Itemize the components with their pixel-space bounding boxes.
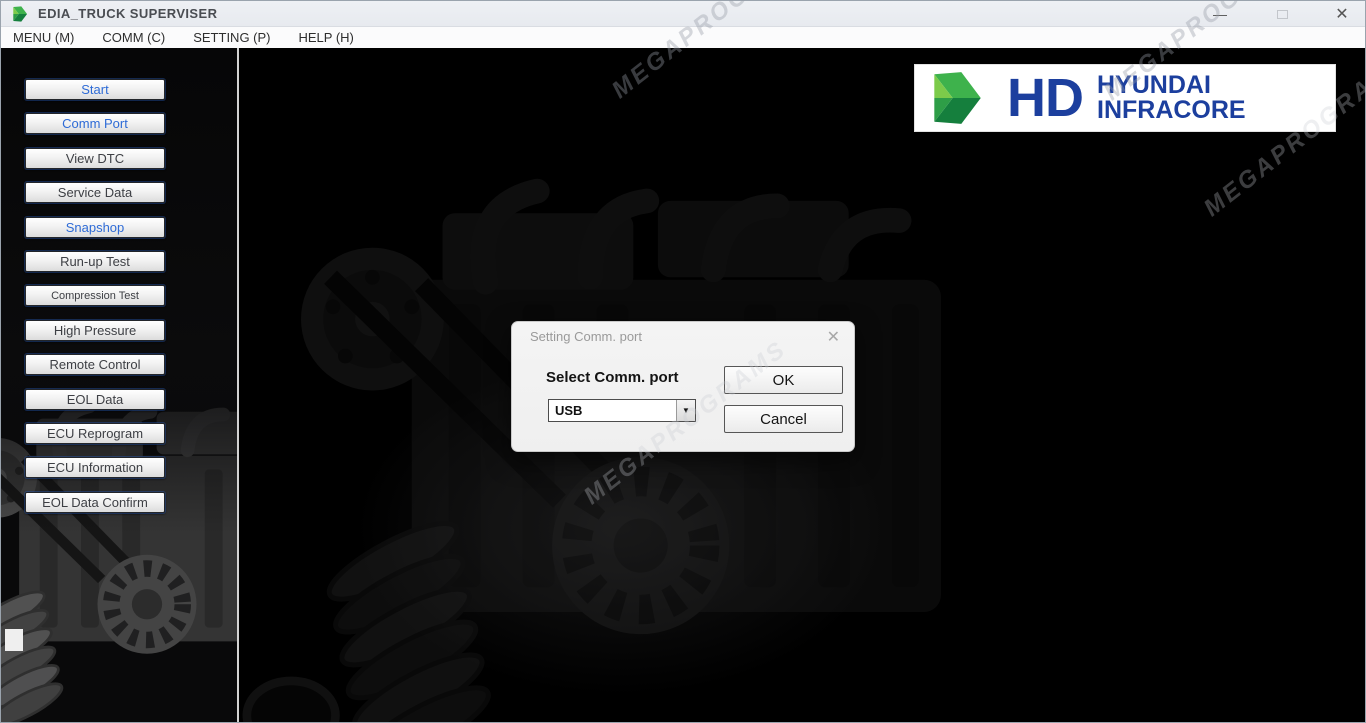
maximize-button[interactable] [1259,1,1305,27]
sidebar-button-service-data[interactable]: Service Data [25,182,165,203]
sidebar-button-ecu-information[interactable]: ECU Information [25,457,165,478]
close-button[interactable]: ✕ [1319,1,1365,27]
sidebar-button-compression-test[interactable]: Compression Test [25,285,165,306]
dropdown-arrow-button[interactable]: ▼ [676,400,695,421]
sidebar-button-comm-port[interactable]: Comm Port [25,113,165,134]
menu-item-comm[interactable]: COMM (C) [92,28,175,47]
setting-comm-port-dialog: Setting Comm. port ✕ Select Comm. port U… [511,321,855,452]
sidebar-button-run-up-test[interactable]: Run-up Test [25,251,165,272]
white-square-artifact [5,629,23,651]
sidebar-button-snapshop[interactable]: Snapshop [25,217,165,238]
logo-hd-text: HD [1007,68,1083,128]
sidebar-button-eol-data-confirm[interactable]: EOL Data Confirm [25,492,165,513]
sidebar-button-eol-data[interactable]: EOL Data [25,389,165,410]
logo-hyundai-text: HYUNDAI [1097,73,1246,98]
sidebar-button-ecu-reprogram[interactable]: ECU Reprogram [25,423,165,444]
sidebar-button-high-pressure[interactable]: High Pressure [25,320,165,341]
comm-port-select[interactable]: USB ▼ [548,399,696,422]
sidebar-button-remote-control[interactable]: Remote Control [25,354,165,375]
sidebar: Start Comm Port View DTC Service Data Sn… [1,48,238,722]
select-comm-port-label: Select Comm. port [546,369,679,386]
main-content: Start Comm Port View DTC Service Data Sn… [1,48,1365,722]
cancel-button[interactable]: Cancel [724,405,843,433]
menu-bar: MENU (M) COMM (C) SETTING (P) HELP (H) [1,27,1365,48]
maximize-icon [1277,10,1288,19]
hd-green-arrow-icon [929,71,985,125]
logo-infracore-text: INFRACORE [1097,98,1246,123]
menu-item-help[interactable]: HELP (H) [289,28,364,47]
comm-port-selected-value: USB [549,403,676,418]
app-window: EDIA_TRUCK SUPERVISER — ✕ MENU (M) COMM … [0,0,1366,723]
app-logo-icon [10,6,30,22]
sidebar-button-start[interactable]: Start [25,79,165,100]
window-title: EDIA_TRUCK SUPERVISER [38,6,217,21]
sidebar-divider [237,48,239,722]
hd-hyundai-infracore-logo: HD HYUNDAI INFRACORE [914,64,1336,132]
chevron-down-icon: ▼ [682,406,690,415]
dialog-close-icon[interactable]: ✕ [827,327,840,347]
menu-item-setting[interactable]: SETTING (P) [183,28,280,47]
minimize-button[interactable]: — [1197,1,1243,27]
ok-button[interactable]: OK [724,366,843,394]
title-bar: EDIA_TRUCK SUPERVISER — ✕ [1,1,1365,27]
menu-item-menu[interactable]: MENU (M) [3,28,84,47]
dialog-title: Setting Comm. port [530,329,642,344]
sidebar-button-view-dtc[interactable]: View DTC [25,148,165,169]
